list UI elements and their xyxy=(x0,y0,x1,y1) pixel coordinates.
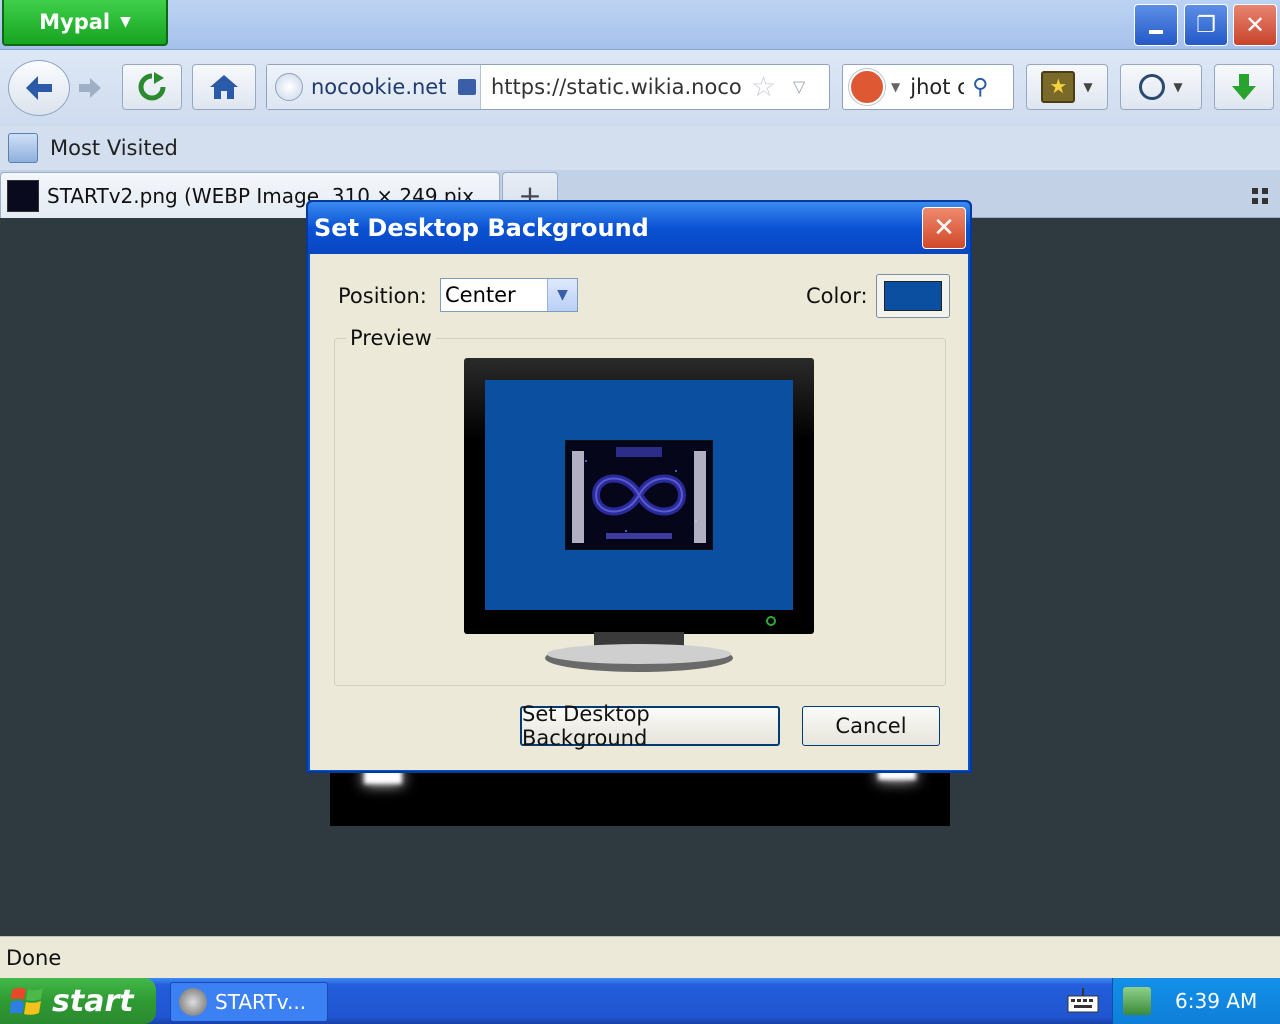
clock-icon xyxy=(1139,74,1166,100)
dialog-titlebar: Set Desktop Background xyxy=(308,202,970,254)
monitor-stand xyxy=(545,632,733,672)
color-picker-button[interactable] xyxy=(876,274,950,318)
start-button[interactable]: start xyxy=(0,978,156,1024)
back-button[interactable] xyxy=(8,60,70,116)
search-engine-icon[interactable] xyxy=(849,69,885,105)
bookmarks-star-icon: ★ xyxy=(1041,71,1076,103)
url-dropdown-icon[interactable]: ▽ xyxy=(793,75,819,99)
back-arrow-icon xyxy=(26,76,52,100)
home-icon xyxy=(210,75,238,99)
chevron-down-icon: ▼ xyxy=(120,14,131,30)
most-visited-bookmark[interactable]: Most Visited xyxy=(50,136,178,160)
status-bar: Done xyxy=(0,936,1280,978)
close-icon: ✕ xyxy=(1244,11,1266,39)
cancel-label: Cancel xyxy=(835,714,907,738)
url-bar[interactable]: nocookie.net https://static.wikia.nocook… xyxy=(266,64,830,110)
status-text: Done xyxy=(6,945,62,970)
chevron-down-icon[interactable]: ▼ xyxy=(547,279,577,311)
tab-list-icon[interactable] xyxy=(1250,186,1270,206)
chevron-down-icon: ▼ xyxy=(1173,80,1183,94)
start-label: start xyxy=(52,983,134,1019)
forward-arrow-icon xyxy=(79,78,101,98)
home-button[interactable] xyxy=(192,64,256,110)
app-menu-label: Mypal xyxy=(39,10,111,34)
lock-icon xyxy=(458,79,477,95)
color-label: Color: xyxy=(806,284,868,308)
bookmarks-toolbar: Most Visited xyxy=(0,126,1280,170)
position-select[interactable]: Center ▼ xyxy=(440,278,578,312)
preview-wallpaper-image xyxy=(565,440,713,550)
close-icon: ✕ xyxy=(933,213,955,243)
taskbar: start STARTv... 6:39 AM xyxy=(0,978,1280,1024)
url-text[interactable]: https://static.wikia.nocookie xyxy=(491,65,741,109)
dialog-title: Set Desktop Background xyxy=(314,214,649,242)
most-visited-icon xyxy=(8,133,38,163)
power-led-icon xyxy=(766,616,776,626)
position-label: Position: xyxy=(338,284,427,308)
downloads-button[interactable] xyxy=(1214,64,1274,110)
browser-app-icon xyxy=(179,988,207,1016)
set-desktop-background-dialog: Set Desktop Background ✕ Position: Cente… xyxy=(306,200,972,773)
bookmark-star-icon[interactable]: ☆ xyxy=(751,71,783,103)
taskbar-item-label: STARTv... xyxy=(215,990,307,1014)
restore-button[interactable]: ❐ xyxy=(1184,4,1228,46)
clock-text[interactable]: 6:39 AM xyxy=(1175,989,1257,1013)
download-arrow-icon xyxy=(1232,74,1256,100)
position-value: Center xyxy=(445,283,516,307)
search-engine-dropdown-icon[interactable]: ▼ xyxy=(891,80,900,94)
site-favicon-icon xyxy=(275,73,303,101)
color-swatch xyxy=(884,281,942,311)
window-titlebar xyxy=(0,0,1280,50)
forward-button[interactable] xyxy=(72,70,108,106)
bookmarks-menu-button[interactable]: ★ ▼ xyxy=(1026,64,1108,110)
magnifier-icon[interactable]: ⚲ xyxy=(972,75,988,100)
set-desktop-background-label: Set Desktop Background xyxy=(522,702,650,750)
keyboard-icon[interactable] xyxy=(1066,986,1100,1016)
minimize-button[interactable] xyxy=(1134,4,1178,46)
set-desktop-background-button[interactable]: Set Desktop Background xyxy=(520,702,780,750)
reload-icon xyxy=(138,72,166,101)
chevron-down-icon: ▼ xyxy=(1083,80,1093,94)
page-image xyxy=(330,770,950,826)
dialog-close-button[interactable]: ✕ xyxy=(922,207,966,249)
preview-label: Preview xyxy=(346,326,436,350)
windows-logo-icon xyxy=(10,987,43,1015)
taskbar-item-browser[interactable]: STARTv... xyxy=(170,982,328,1022)
network-icon[interactable] xyxy=(1123,987,1151,1015)
minimize-icon xyxy=(1149,30,1163,34)
monitor-preview xyxy=(464,358,814,634)
restore-icon: ❐ xyxy=(1196,12,1216,38)
site-identity-button[interactable]: nocookie.net xyxy=(267,65,481,109)
reload-button[interactable] xyxy=(122,64,182,110)
tab-favicon-icon xyxy=(7,179,39,212)
preview-screen xyxy=(485,380,793,610)
close-window-button[interactable]: ✕ xyxy=(1233,4,1277,46)
search-input[interactable]: jhot c xyxy=(910,75,964,99)
app-menu-button[interactable]: Mypal ▼ xyxy=(2,0,168,46)
site-identity-label: nocookie.net xyxy=(311,75,447,99)
cancel-button[interactable]: Cancel xyxy=(802,706,940,746)
wallpaper-graphic xyxy=(566,441,712,549)
history-button[interactable]: ▼ xyxy=(1120,64,1202,110)
search-box[interactable]: ▼ jhot c ⚲ xyxy=(842,64,1014,110)
dialog-body: Position: Center ▼ Color: Preview Set De… xyxy=(310,254,968,770)
system-tray: 6:39 AM xyxy=(1112,978,1280,1024)
